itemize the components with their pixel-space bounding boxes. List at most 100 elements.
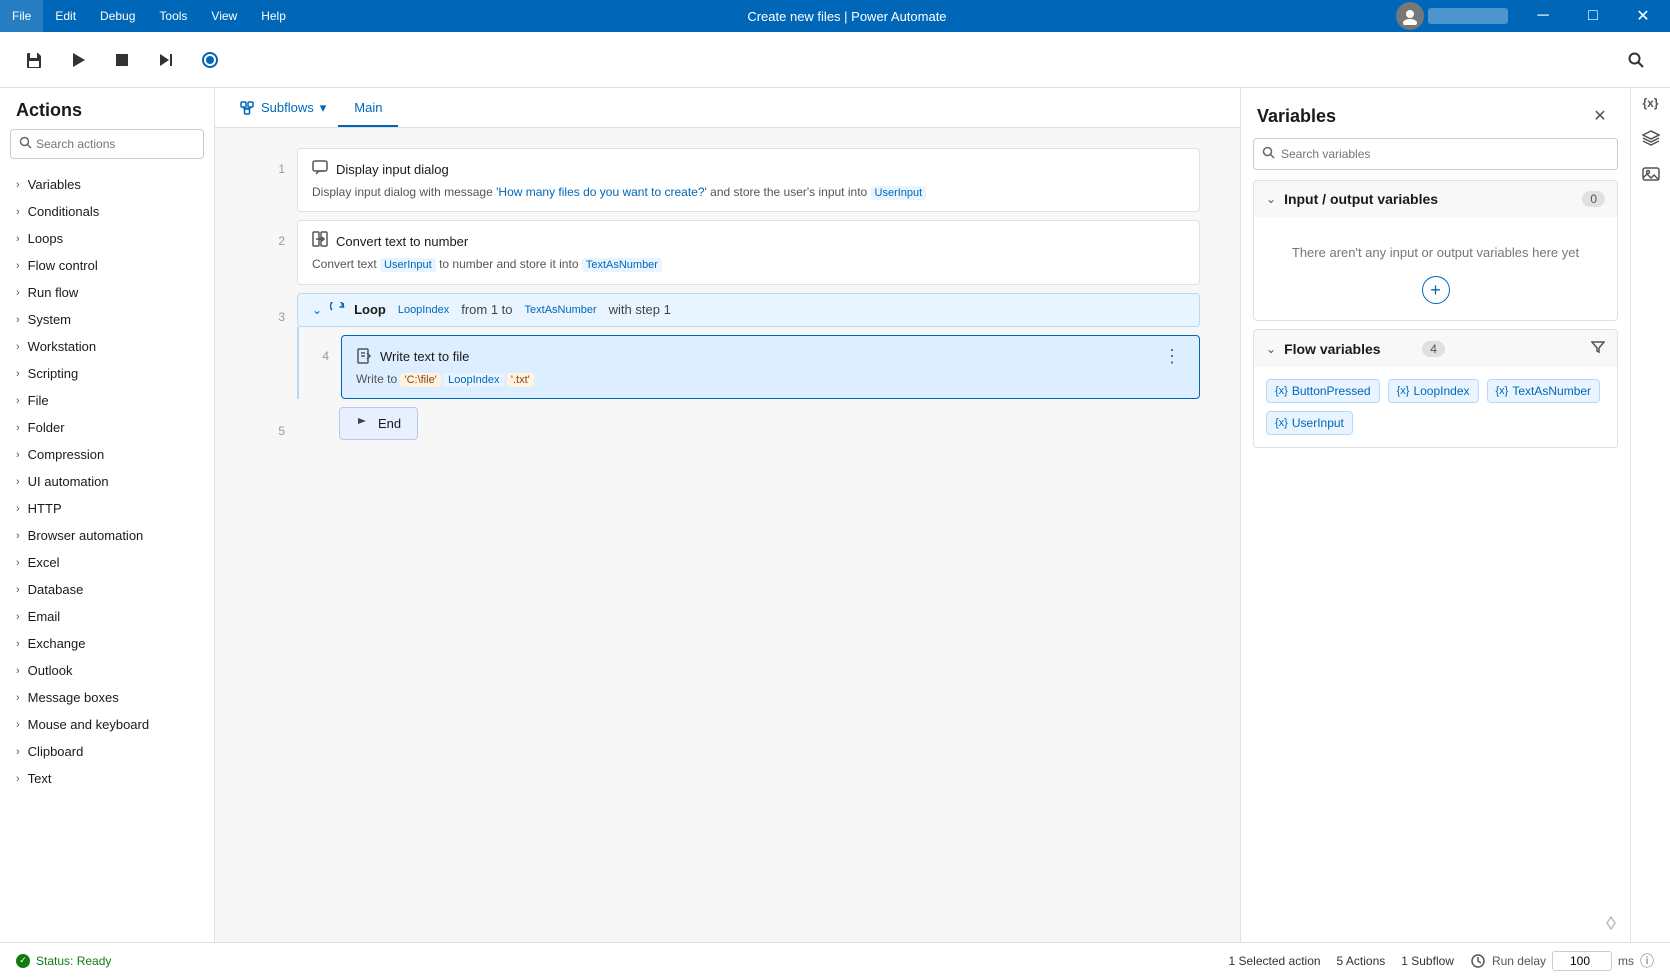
save-button[interactable] [16,42,52,78]
loop-keyword: Loop [354,302,386,317]
var-chip-textasnumber[interactable]: {x} TextAsNumber [1487,379,1601,403]
status-dot [16,954,30,968]
stop-button[interactable] [104,42,140,78]
action-item-file[interactable]: › File [0,387,214,414]
canvas-area: Subflows ▾ Main 1 Display input dialog [215,88,1240,942]
action-item-clipboard[interactable]: › Clipboard [0,738,214,765]
user-avatar[interactable] [1396,2,1424,30]
run-button[interactable] [60,42,96,78]
var-chip-icon: {x} [1496,385,1509,397]
search-variables-input[interactable] [1281,147,1609,161]
loop-card[interactable]: ⌄ Loop LoopIndex from 1 to TextAsNumber … [297,293,1200,327]
action-label: Loops [28,231,63,246]
io-section-body: There aren't any input or output variabl… [1254,217,1617,320]
run-delay-input[interactable] [1552,951,1612,971]
action-item-variables[interactable]: › Variables [0,171,214,198]
subflows-button[interactable]: Subflows ▾ [227,90,338,126]
actions-search-box[interactable] [10,129,204,159]
action-item-compression[interactable]: › Compression [0,441,214,468]
action-label: Exchange [28,636,86,651]
subflows-label: Subflows [261,100,314,115]
action-item-message-boxes[interactable]: › Message boxes [0,684,214,711]
io-section-header[interactable]: ⌄ Input / output variables 0 [1254,181,1617,217]
end-card[interactable]: End [339,407,418,440]
userinput-var2[interactable]: UserInput [380,258,436,272]
side-icons-panel: {x} [1630,88,1670,942]
loop-step-card-4[interactable]: Write text to file ⋮ Write to 'C:\file' … [341,335,1200,399]
action-item-workstation[interactable]: › Workstation [0,333,214,360]
menu-view[interactable]: View [199,0,249,32]
action-item-folder[interactable]: › Folder [0,414,214,441]
layers-button[interactable] [1635,122,1667,154]
minimize-button[interactable]: ─ [1520,0,1566,32]
step-card-1[interactable]: Display input dialog Display input dialo… [297,148,1200,212]
action-item-excel[interactable]: › Excel [0,549,214,576]
selected-action-count: 1 Selected action [1228,954,1320,968]
action-label: Text [28,771,52,786]
add-variable-button[interactable]: + [1422,276,1450,304]
action-item-exchange[interactable]: › Exchange [0,630,214,657]
close-button[interactable]: ✕ [1620,0,1666,32]
subflow-count: 1 Subflow [1401,954,1454,968]
maximize-button[interactable]: □ [1570,0,1616,32]
action-item-http[interactable]: › HTTP [0,495,214,522]
next-button[interactable] [148,42,184,78]
action-item-mouse-keyboard[interactable]: › Mouse and keyboard [0,711,214,738]
step-card-header: Display input dialog [312,159,1185,180]
userinput-var[interactable]: UserInput [871,186,927,200]
action-item-flow-control[interactable]: › Flow control [0,252,214,279]
write-step-title: Write text to file [380,349,469,364]
tab-main[interactable]: Main [338,90,398,127]
step-title: Display input dialog [336,162,449,177]
image-button[interactable] [1635,158,1667,190]
action-item-scripting[interactable]: › Scripting [0,360,214,387]
window-controls: ─ □ ✕ [1396,0,1670,32]
search-actions-input[interactable] [36,137,195,151]
chevron-icon: › [16,692,20,704]
var-chip-buttonpressed[interactable]: {x} ButtonPressed [1266,379,1380,403]
var-chip-userinput[interactable]: {x} UserInput [1266,411,1353,435]
action-item-ui-automation[interactable]: › UI automation [0,468,214,495]
chevron-icon: › [16,233,20,245]
search-icon [19,136,32,152]
menu-tools[interactable]: Tools [147,0,199,32]
action-item-conditionals[interactable]: › Conditionals [0,198,214,225]
menu-debug[interactable]: Debug [88,0,147,32]
toolbar [0,32,1670,88]
action-item-outlook[interactable]: › Outlook [0,657,214,684]
filter-icon[interactable] [1591,340,1605,357]
chevron-icon: › [16,665,20,677]
chevron-icon: › [16,422,20,434]
loop-inner: 4 Write text to file ⋮ Write to 'C:\file… [297,327,1200,399]
info-icon[interactable]: ⓘ [1640,951,1654,971]
record-button[interactable] [192,42,228,78]
step-card-2[interactable]: Convert text to number Convert text User… [297,220,1200,284]
action-item-email[interactable]: › Email [0,603,214,630]
menu-file[interactable]: File [0,0,43,32]
loopindex-var[interactable]: LoopIndex [394,303,453,317]
more-options-button[interactable]: ⋮ [1159,346,1185,367]
step-1: 1 Display input dialog Display input dia… [255,148,1200,212]
action-item-browser-automation[interactable]: › Browser automation [0,522,214,549]
canvas-search-button[interactable] [1618,42,1654,78]
action-item-text[interactable]: › Text [0,765,214,792]
step-2: 2 Convert text to number Convert text Us… [255,220,1200,284]
action-item-system[interactable]: › System [0,306,214,333]
textasnumber-var[interactable]: TextAsNumber [582,258,662,272]
close-variables-button[interactable]: ✕ [1586,102,1614,130]
menu-help[interactable]: Help [249,0,298,32]
loopindex-var2[interactable]: LoopIndex [444,373,503,387]
variables-search-box[interactable] [1253,138,1618,170]
end-row: 5 End [255,407,1200,440]
menu-bar: File Edit Debug Tools View Help [0,0,298,32]
var-chip-loopindex[interactable]: {x} LoopIndex [1388,379,1479,403]
textasnumber-var2[interactable]: TextAsNumber [521,303,601,317]
chevron-icon: › [16,719,20,731]
message-link: 'How many files do you want to create?' [496,185,707,199]
action-item-loops[interactable]: › Loops [0,225,214,252]
flow-vars-header[interactable]: ⌄ Flow variables 4 [1254,330,1617,367]
action-item-run-flow[interactable]: › Run flow [0,279,214,306]
loop-collapse-button[interactable]: ⌄ [312,303,322,317]
menu-edit[interactable]: Edit [43,0,88,32]
action-item-database[interactable]: › Database [0,576,214,603]
